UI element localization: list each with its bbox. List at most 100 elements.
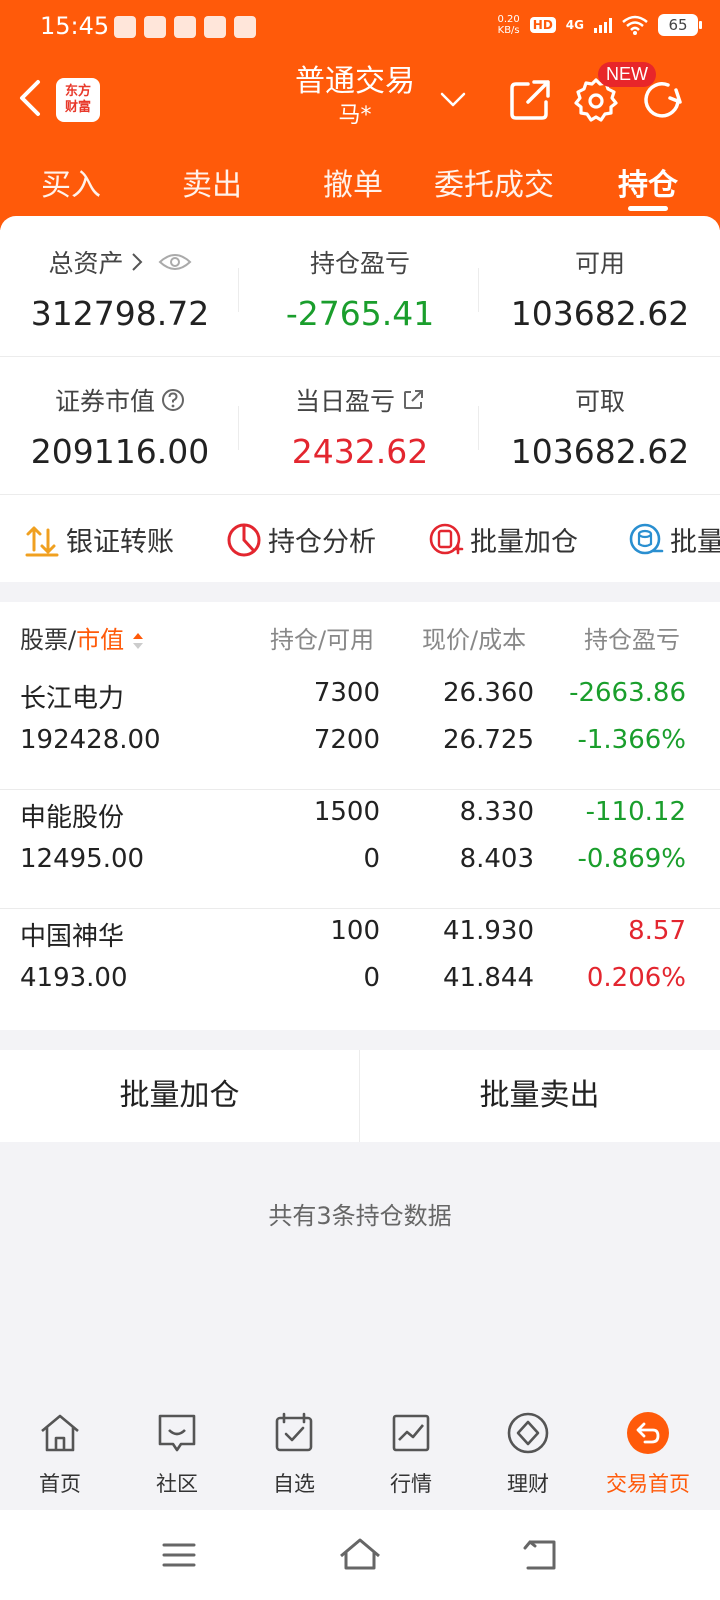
stock-qty: 7300 <box>313 678 380 708</box>
table-row[interactable]: 申能股份 12495.00 1500 0 8.330 8.403 -110.12 -0.869… <box>0 789 720 909</box>
total-assets-value: 312798.72 <box>30 294 210 333</box>
nav-market[interactable]: 行情 <box>351 1410 471 1498</box>
stock-pl: 8.57 <box>628 916 686 946</box>
app-header: 15:45 0.20 KB/s HD 4G 65 东方 财富 普通交易 马* N… <box>0 0 720 230</box>
hd-badge: HD <box>529 17 556 33</box>
stock-cost: 41.844 <box>443 963 534 993</box>
battery-icon: 65 <box>658 14 702 36</box>
status-time: 15:45 <box>40 12 110 40</box>
batch-actions: 批量加仓 批量卖出 <box>0 1050 720 1142</box>
nav-watchlist[interactable]: 自选 <box>234 1410 354 1498</box>
stock-price: 26.360 <box>443 678 534 708</box>
system-back-icon[interactable] <box>518 1532 564 1578</box>
account-switcher[interactable]: 普通交易 马* <box>270 62 440 130</box>
stock-qty: 100 <box>330 916 380 946</box>
position-pl-value: -2765.41 <box>285 294 435 333</box>
divider <box>0 494 720 495</box>
top-nav: 东方 财富 普通交易 马* NEW <box>0 56 720 152</box>
net-speed: 0.20 KB/s <box>497 14 520 36</box>
system-home-icon[interactable] <box>337 1532 383 1578</box>
tab-buy[interactable]: 买入 <box>0 160 142 204</box>
quick-actions: 银证转账 持仓分析 批量加仓 批量 <box>0 502 720 582</box>
network-type: 4G <box>565 18 584 32</box>
position-analysis-label: 持仓分析 <box>268 527 376 558</box>
market-value-value: 209116.00 <box>30 432 210 471</box>
help-icon[interactable] <box>161 388 185 412</box>
app-logo: 东方 财富 <box>56 78 100 122</box>
daily-pl[interactable]: 当日盈亏 2432.62 <box>240 382 480 471</box>
status-indicators: 0.20 KB/s HD 4G 65 <box>497 14 702 36</box>
back-icon[interactable] <box>14 78 50 118</box>
system-nav-bar <box>0 1510 720 1600</box>
stock-pl-pct: -1.366% <box>577 725 686 755</box>
table-row[interactable]: 长江电力 192428.00 7300 7200 26.360 26.725 -2663.8… <box>0 670 720 790</box>
active-tab-indicator <box>628 206 668 211</box>
home-icon <box>41 1414 79 1452</box>
signal-icon <box>594 17 612 33</box>
nav-trade-home[interactable]: 交易首页 <box>588 1410 708 1498</box>
batch-icon <box>629 523 664 554</box>
community-icon <box>158 1414 196 1452</box>
bank-transfer-button[interactable]: 银证转账 <box>24 520 174 559</box>
batch-add-button[interactable]: 批量加仓 <box>0 1050 359 1142</box>
notification-app-icon <box>114 16 136 38</box>
nav-wealth[interactable]: 理财 <box>468 1410 588 1498</box>
status-bar: 15:45 0.20 KB/s HD 4G 65 <box>0 0 720 56</box>
stock-name: 长江电力 <box>20 684 125 714</box>
available-label: 可用 <box>574 249 625 278</box>
batch-quick-label: 批量 <box>670 527 720 558</box>
table-header: 股票/市值 持仓/可用 现价/成本 持仓盈亏 <box>0 602 720 670</box>
sort-icon[interactable] <box>132 631 144 651</box>
menu-icon[interactable] <box>156 1532 202 1578</box>
notification-app-icon <box>234 16 256 38</box>
batch-sell-button[interactable]: 批量卖出 <box>360 1050 719 1142</box>
divider <box>0 356 720 357</box>
available-value: 103682.62 <box>510 294 690 333</box>
col-stock: 股票 <box>20 626 68 654</box>
batch-add-quick-button[interactable]: 批量加仓 <box>428 520 578 559</box>
position-pl: 持仓盈亏 -2765.41 <box>240 244 480 333</box>
available-funds: 可用 103682.62 <box>480 244 720 333</box>
nav-home-label: 首页 <box>39 1472 81 1496</box>
notification-app-icon <box>204 16 226 38</box>
notification-app-icon <box>174 16 196 38</box>
nav-home[interactable]: 首页 <box>0 1410 120 1498</box>
chevron-down-icon[interactable] <box>438 84 468 114</box>
tab-cancel[interactable]: 撤单 <box>282 160 424 204</box>
stock-price: 41.930 <box>443 916 534 946</box>
daily-pl-label: 当日盈亏 <box>294 387 395 416</box>
stock-pl-pct: -0.869% <box>577 844 686 874</box>
divider <box>478 406 479 450</box>
share-icon[interactable] <box>506 76 554 124</box>
external-link-icon[interactable] <box>401 388 425 412</box>
col-market-value-sort[interactable]: 市值 <box>76 626 124 654</box>
holdings-count-note: 共有3条持仓数据 <box>268 1202 452 1230</box>
stock-market-value: 12495.00 <box>20 844 145 874</box>
stock-cost: 26.725 <box>443 725 534 755</box>
account-name: 马* <box>338 103 372 128</box>
scroll-fade <box>680 612 720 662</box>
tab-orders[interactable]: 委托成交 <box>423 160 565 204</box>
stock-market-value: 4193.00 <box>20 963 128 993</box>
position-analysis-button[interactable]: 持仓分析 <box>226 520 376 559</box>
tab-holdings[interactable]: 持仓 <box>577 160 719 204</box>
trade-tabs: 买入 卖出 撤单 委托成交 持仓 <box>0 152 720 216</box>
holdings-table: 股票/市值 持仓/可用 现价/成本 持仓盈亏 长江电力 192428.00 7300… <box>0 602 720 1030</box>
eye-icon[interactable] <box>158 251 192 273</box>
nav-trade-home-label: 交易首页 <box>606 1472 690 1496</box>
market-value[interactable]: 证券市值 209116.00 <box>0 382 240 471</box>
divider <box>478 268 479 312</box>
table-row[interactable]: 中国神华 4193.00 100 0 41.930 41.844 8.57 0.206% <box>0 908 720 1028</box>
stock-pl-pct: 0.206% <box>586 963 686 993</box>
stock-qty: 1500 <box>313 797 380 827</box>
total-assets[interactable]: 总资产 312798.72 <box>0 244 240 333</box>
withdrawable-value: 103682.62 <box>510 432 690 471</box>
stock-cost: 8.403 <box>459 844 534 874</box>
refresh-icon[interactable] <box>638 76 686 124</box>
nav-community[interactable]: 社区 <box>117 1410 237 1498</box>
status-app-icons <box>114 16 256 38</box>
batch-add-quick-label: 批量加仓 <box>470 527 578 558</box>
batch-quick-button[interactable]: 批量 <box>628 520 720 559</box>
nav-wealth-label: 理财 <box>507 1472 549 1496</box>
tab-sell[interactable]: 卖出 <box>141 160 283 204</box>
